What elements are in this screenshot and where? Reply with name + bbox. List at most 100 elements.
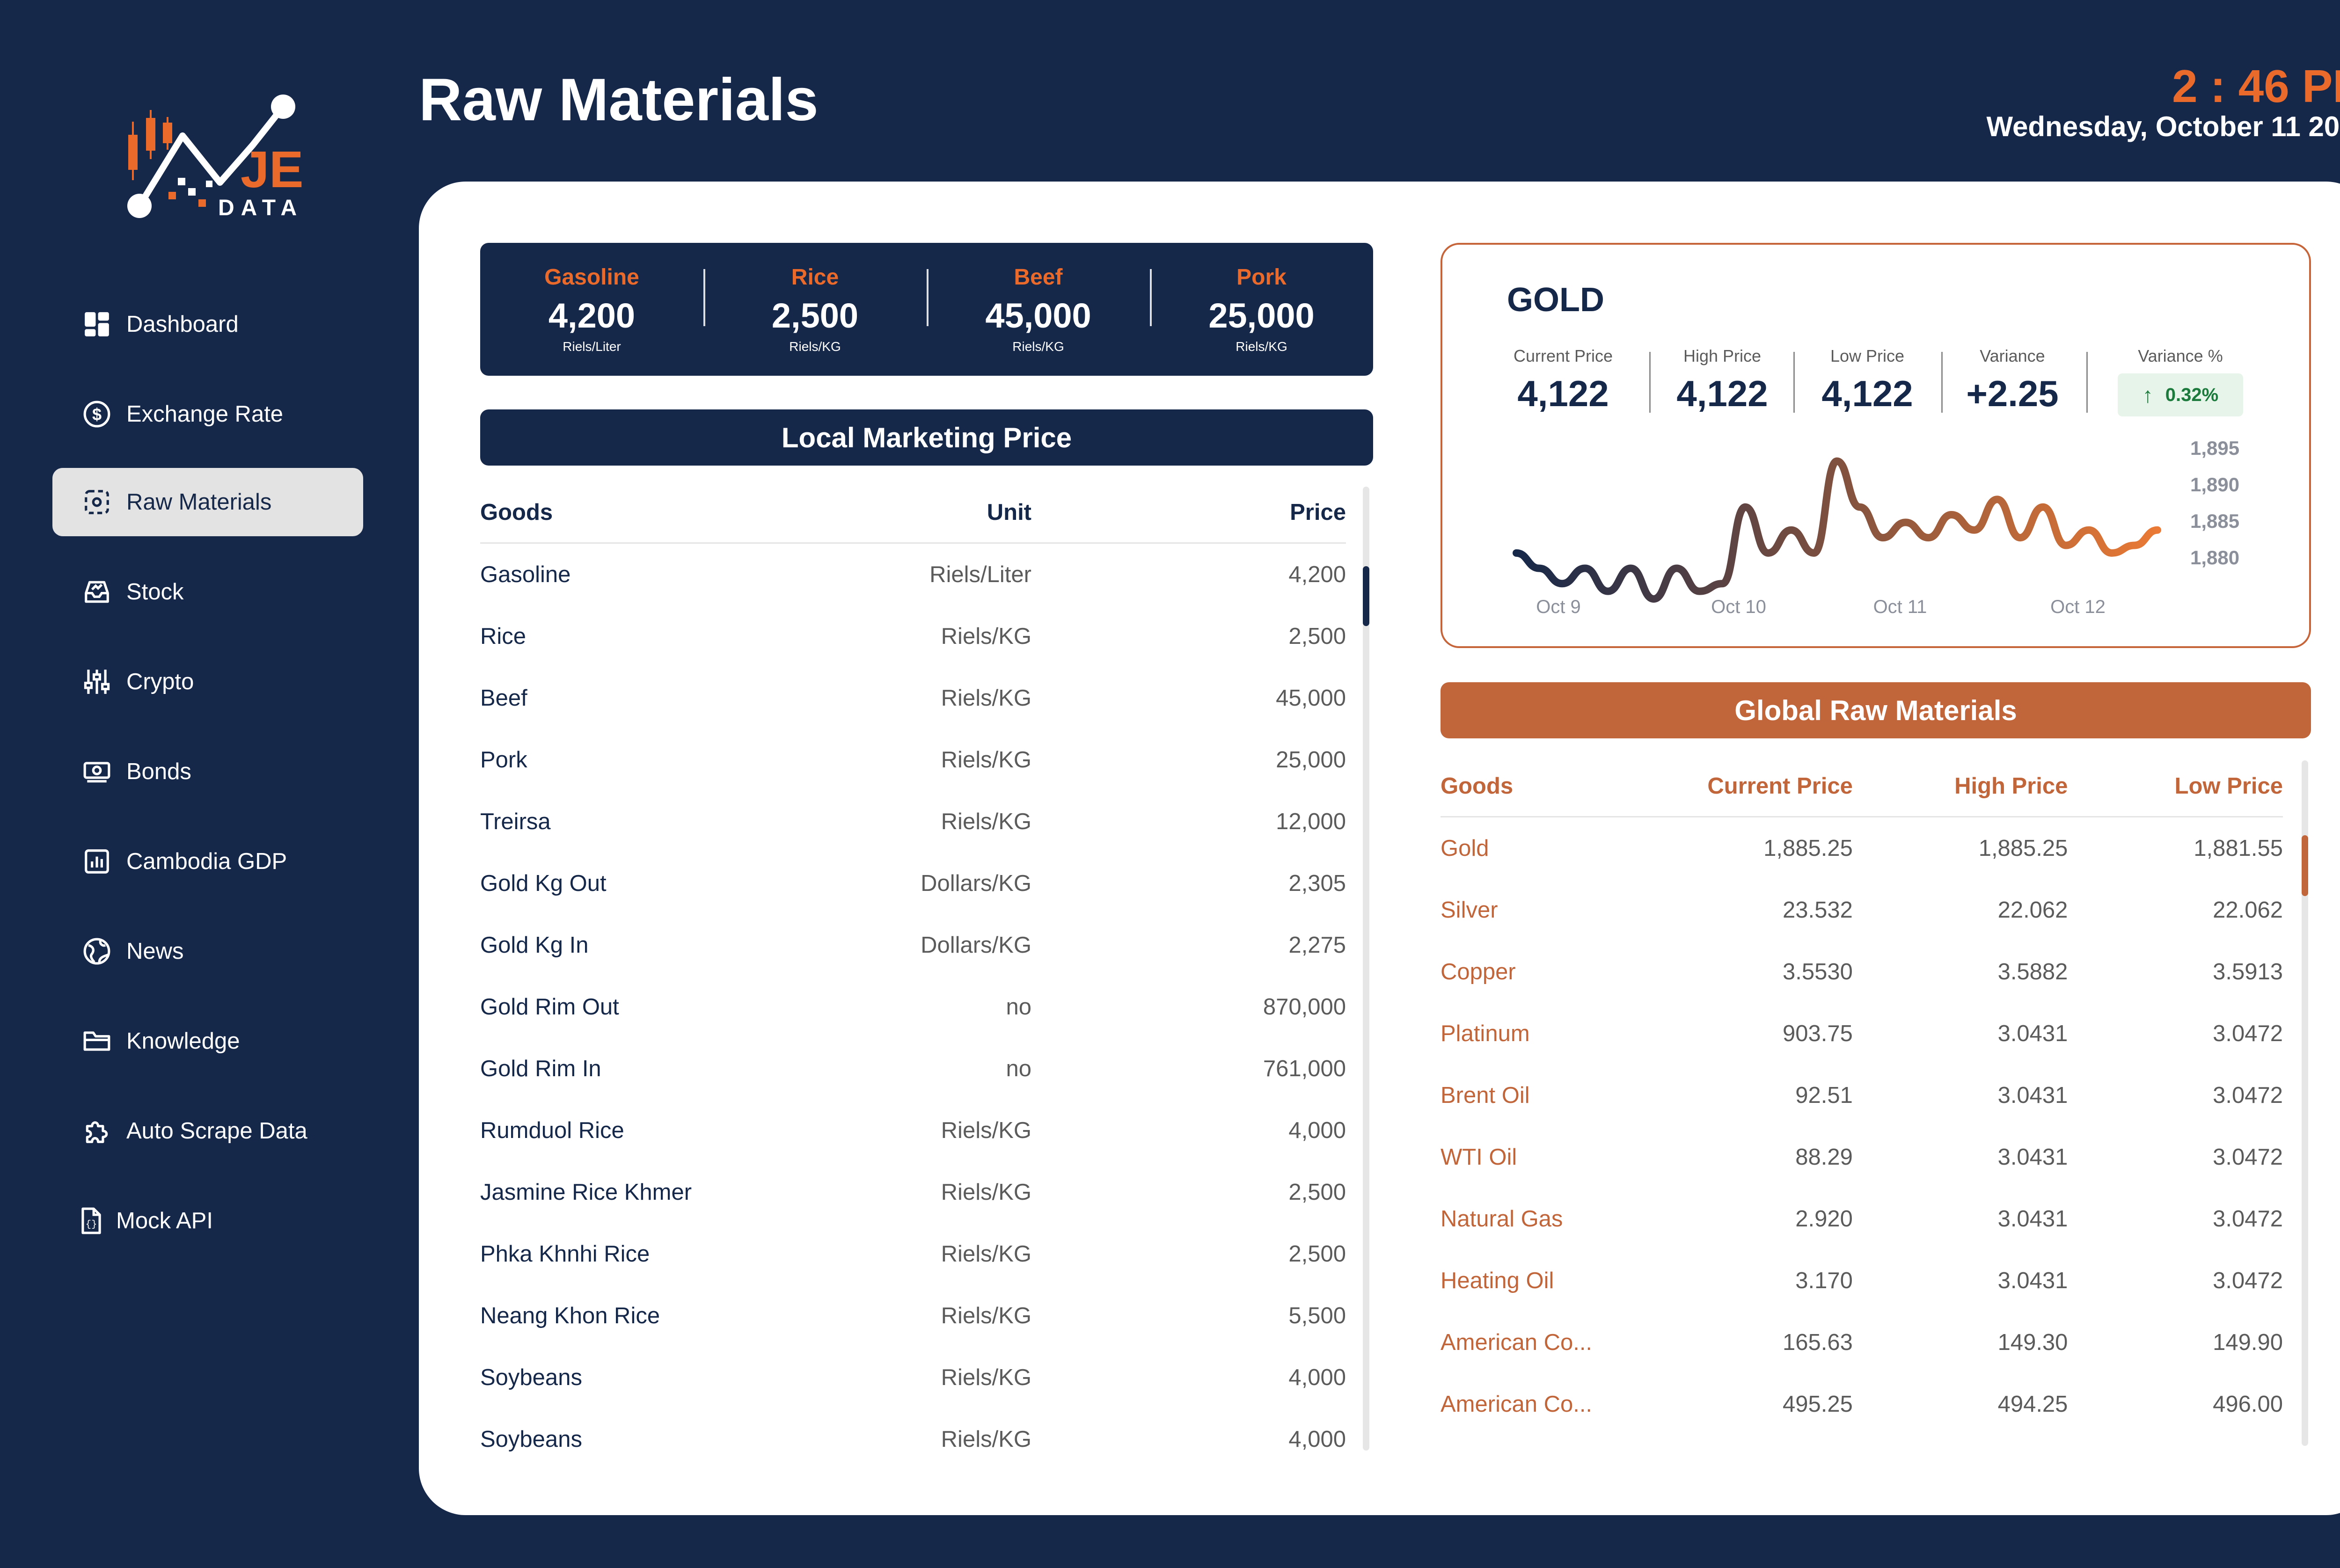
sidebar-item-label: Auto Scrape Data [126,1118,307,1144]
commodity-card-beef: Beef 45,000 Riels/KG [927,264,1150,354]
table-row[interactable]: Heating Oil 3.170 3.0431 3.0472 [1441,1250,2283,1312]
sidebar-item-dashboard[interactable]: Dashboard [52,290,363,358]
column-header-high-price[interactable]: High Price [1853,773,2068,799]
logo-text: DATA [218,196,303,220]
cell-unit: Riels/KG [941,809,1031,834]
sidebar-item-mock-api[interactable]: {} Mock API [52,1187,363,1255]
table-row[interactable]: Neang Khon Rice Riels/KG 5,500 [480,1285,1346,1347]
sidebar-item-bonds[interactable]: Bonds [52,737,363,806]
cell-goods: Jasmine Rice Khmer [480,1180,692,1205]
cell-high-price: 3.0431 [1997,1083,2068,1108]
table-row[interactable]: Jasmine Rice Khmer Riels/KG 2,500 [480,1161,1346,1223]
stat-label: Current Price [1513,346,1613,365]
commodity-card-pork: Pork 25,000 Riels/KG [1150,264,1373,354]
cell-goods: Gold Rim Out [480,994,619,1020]
sidebar-item-stock[interactable]: Stock [52,558,363,626]
local-table-scrollbar[interactable] [1363,487,1369,1451]
sidebar-item-news[interactable]: News [52,917,363,985]
cell-unit: Riels/KG [941,1427,1031,1452]
scrollbar-thumb[interactable] [1363,566,1369,626]
table-header: Goods Current Price High Price Low Price [1441,756,2283,817]
table-row[interactable]: Gasoline Riels/Liter 4,200 [480,544,1346,605]
table-row[interactable]: Pork Riels/KG 25,000 [480,729,1346,791]
commodity-name: Gasoline [544,265,639,290]
table-row[interactable]: Gold Kg In Dollars/KG 2,275 [480,914,1346,976]
column-header-goods[interactable]: Goods [1441,773,1638,799]
scrollbar-thumb[interactable] [2302,835,2308,896]
x-tick-label: Oct 9 [1536,597,1581,617]
cell-price: 4,000 [1288,1118,1346,1143]
table-row[interactable]: Natural Gas 2.920 3.0431 3.0472 [1441,1188,2283,1250]
table-row[interactable]: Copper 3.5530 3.5882 3.5913 [1441,941,2283,1003]
cell-goods: Rumduol Rice [480,1118,624,1143]
cell-price: 45,000 [1276,686,1346,711]
cell-goods: Platinum [1441,1021,1530,1046]
gold-high-price: High Price 4,122 [1661,346,1783,415]
commodity-value: 45,000 [985,296,1091,335]
stat-divider [2086,352,2088,413]
table-row[interactable]: Gold Rim In no 761,000 [480,1038,1346,1100]
table-row[interactable]: Gold Kg Out Dollars/KG 2,305 [480,853,1346,914]
cell-goods: American Co... [1441,1330,1593,1355]
commodity-value: 2,500 [771,296,859,335]
cell-unit: Riels/KG [941,1241,1031,1267]
cell-goods: Rice [480,624,526,649]
sidebar-item-cambodia-gdp[interactable]: Cambodia GDP [52,827,363,896]
table-row[interactable]: Rice Riels/KG 2,500 [480,605,1346,667]
stat-label: Low Price [1830,346,1905,365]
sidebar-item-knowledge[interactable]: Knowledge [52,1007,363,1075]
x-tick-label: Oct 12 [2050,597,2106,617]
cell-low-price: 1,881.55 [2194,836,2283,861]
table-row[interactable]: Brent Oil 92.51 3.0431 3.0472 [1441,1065,2283,1126]
table-row[interactable]: Soybeans Riels/KG 4,000 [480,1347,1346,1408]
variance-pct-value: 0.32% [2165,384,2219,405]
table-row[interactable]: Soybeans Riels/KG 4,000 [480,1408,1346,1470]
cell-goods: Gold Rim In [480,1056,601,1081]
y-tick-label: 1,880 [2190,547,2239,569]
gold-current-price: Current Price 4,122 [1502,346,1624,415]
puzzle-icon [81,1116,112,1146]
cell-goods: Brent Oil [1441,1083,1530,1108]
table-row[interactable]: Beef Riels/KG 45,000 [480,667,1346,729]
sidebar-item-raw-materials[interactable]: Raw Materials [52,468,363,536]
sidebar-item-label: Cambodia GDP [126,849,287,874]
cell-goods: Pork [480,747,527,773]
column-header-low-price[interactable]: Low Price [2068,773,2283,799]
table-row[interactable]: Silver 23.532 22.062 22.062 [1441,879,2283,941]
cell-unit: Riels/KG [941,624,1031,649]
cell-unit: no [1006,994,1031,1020]
file-code-icon: {} [76,1205,107,1236]
table-row[interactable]: Gold Rim Out no 870,000 [480,976,1346,1038]
column-header-unit[interactable]: Unit [901,499,1031,525]
global-table-scrollbar[interactable] [2302,760,2308,1446]
table-row[interactable]: Phka Khnhi Rice Riels/KG 2,500 [480,1223,1346,1285]
column-header-goods[interactable]: Goods [480,499,901,525]
cell-low-price: 22.062 [2213,897,2283,923]
sidebar-item-crypto[interactable]: Crypto [52,648,363,716]
column-header-current-price[interactable]: Current Price [1638,773,1852,799]
sidebar-item-exchange-rate[interactable]: $ Exchange Rate [52,380,363,448]
table-row[interactable]: American Co... 495.25 494.25 496.00 [1441,1373,2283,1435]
commodity-card-rice: Rice 2,500 Riels/KG [703,264,927,354]
table-row[interactable]: American Co... 165.63 149.30 149.90 [1441,1312,2283,1373]
cell-current-price: 92.51 [1795,1083,1853,1108]
column-header-price[interactable]: Price [1031,499,1346,525]
table-row[interactable]: Gold 1,885.25 1,885.25 1,881.55 [1441,817,2283,879]
stat-divider [1793,352,1795,413]
table-row[interactable]: WTI Oil 88.29 3.0431 3.0472 [1441,1126,2283,1188]
cell-goods: Neang Khon Rice [480,1303,660,1328]
y-tick-label: 1,890 [2190,474,2239,496]
cell-high-price: 3.0431 [1997,1206,2068,1232]
sidebar-item-label: Mock API [116,1208,213,1233]
y-tick-label: 1,885 [2190,510,2239,532]
sliders-icon [81,666,112,697]
table-row[interactable]: Rumduol Rice Riels/KG 4,000 [480,1100,1346,1161]
table-row[interactable]: Treirsa Riels/KG 12,000 [480,791,1346,853]
gold-variance: Variance +2.25 [1952,346,2073,415]
cell-low-price: 3.0472 [2213,1206,2283,1232]
cell-goods: Copper [1441,959,1516,985]
stat-label: Variance % [2138,346,2223,365]
sidebar-item-auto-scrape-data[interactable]: Auto Scrape Data [52,1097,363,1165]
table-row[interactable]: Platinum 903.75 3.0431 3.0472 [1441,1003,2283,1065]
cell-price: 4,000 [1288,1427,1346,1452]
